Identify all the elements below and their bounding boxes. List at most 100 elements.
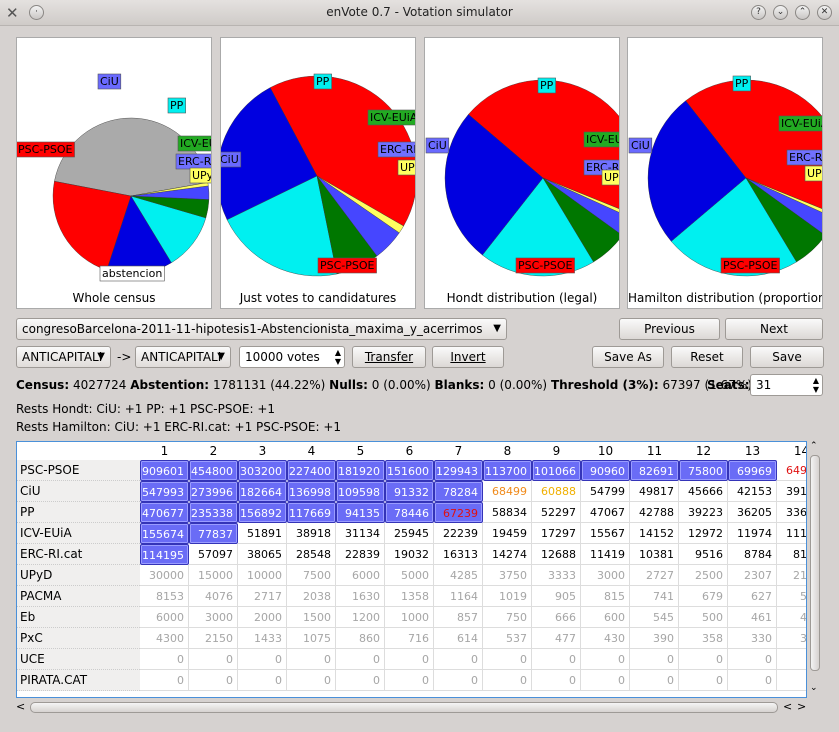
transfer-button[interactable]: Transfer (352, 346, 426, 368)
table-cell[interactable]: 0 (336, 649, 385, 670)
table-cell[interactable]: 78446 (385, 502, 434, 523)
table-cell[interactable]: 0 (483, 649, 532, 670)
table-cell[interactable]: 2717 (238, 586, 287, 607)
scroll-thumb-h[interactable] (30, 702, 778, 713)
table-cell[interactable]: 42788 (630, 502, 679, 523)
table-cell[interactable]: 3750 (483, 565, 532, 586)
table-cell[interactable]: 0 (728, 649, 777, 670)
table-cell[interactable]: 860 (336, 628, 385, 649)
table-cell[interactable]: 330 (728, 628, 777, 649)
table-cell[interactable]: 0 (385, 670, 434, 691)
seats-spinbox[interactable]: 31 ▲ ▼ (750, 374, 823, 396)
table-cell[interactable]: 2150 (189, 628, 238, 649)
table-cell[interactable]: 0 (189, 670, 238, 691)
table-cell[interactable]: 58834 (483, 502, 532, 523)
table-cell[interactable]: 2727 (630, 565, 679, 586)
table-cell[interactable]: 155674 (140, 523, 189, 544)
table-cell[interactable]: 0 (140, 670, 189, 691)
table-cell[interactable]: 6000 (140, 607, 189, 628)
table-cell[interactable]: 68499 (483, 481, 532, 502)
table-cell[interactable]: 78284 (434, 481, 483, 502)
table-cell[interactable]: 54799 (581, 481, 630, 502)
save-button[interactable]: Save (750, 346, 824, 368)
save-as-button[interactable]: Save As (592, 346, 664, 368)
reset-button[interactable]: Reset (671, 346, 743, 368)
table-cell[interactable]: 500 (679, 607, 728, 628)
table-cell[interactable]: 905 (532, 586, 581, 607)
table-cell[interactable]: 0 (238, 670, 287, 691)
table-cell[interactable]: 5000 (385, 565, 434, 586)
table-cell[interactable]: 182664 (238, 481, 287, 502)
table-cell[interactable]: 1358 (385, 586, 434, 607)
spin-arrows-icon[interactable]: ▲ ▼ (335, 348, 341, 366)
table-cell[interactable]: 815 (581, 586, 630, 607)
table-cell[interactable]: 273996 (189, 481, 238, 502)
table-cell[interactable]: 307 (777, 628, 806, 649)
table-cell[interactable]: 909601 (140, 460, 189, 481)
table-cell[interactable]: 0 (532, 649, 581, 670)
table-cell[interactable]: 90960 (581, 460, 630, 481)
scroll-up-icon[interactable]: ⌃ (810, 441, 818, 451)
scroll-thumb[interactable] (810, 455, 820, 671)
table-cell[interactable]: 136998 (287, 481, 336, 502)
table-cell[interactable]: 25945 (385, 523, 434, 544)
table-cell[interactable]: 2000 (238, 607, 287, 628)
table-cell[interactable]: 1500 (287, 607, 336, 628)
table-cell[interactable]: 39223 (679, 502, 728, 523)
quotients-table[interactable]: 1234567891011121314 PSC-PSOECiUPPICV-EUi… (16, 441, 807, 698)
table-cell[interactable]: 60888 (532, 481, 581, 502)
table-cell[interactable]: 2500 (679, 565, 728, 586)
table-cell[interactable]: 8156 (777, 544, 806, 565)
table-cell[interactable]: 2307 (728, 565, 777, 586)
table-cell[interactable]: 11119 (777, 523, 806, 544)
table-cell[interactable]: 0 (336, 670, 385, 691)
table-cell[interactable]: 67239 (434, 502, 483, 523)
scroll-right-icon[interactable]: < (783, 700, 792, 713)
table-cell[interactable]: 47067 (581, 502, 630, 523)
table-cell[interactable]: 38065 (238, 544, 287, 565)
table-cell[interactable]: 14274 (483, 544, 532, 565)
table-cell[interactable]: 545 (630, 607, 679, 628)
table-cell[interactable]: 19032 (385, 544, 434, 565)
table-cell[interactable]: 151600 (385, 460, 434, 481)
table-cell[interactable]: 0 (385, 649, 434, 670)
next-button[interactable]: Next (725, 318, 823, 340)
table-cell[interactable]: 4285 (434, 565, 483, 586)
table-cell[interactable]: 477 (532, 628, 581, 649)
table-cell[interactable]: 454800 (189, 460, 238, 481)
table-cell[interactable]: 51891 (238, 523, 287, 544)
table-cell[interactable]: 4300 (140, 628, 189, 649)
scroll-left-icon[interactable]: < (16, 700, 25, 713)
table-cell[interactable]: 741 (630, 586, 679, 607)
table-cell[interactable]: 0 (140, 649, 189, 670)
table-cell[interactable]: 82691 (630, 460, 679, 481)
table-cell[interactable]: 1075 (287, 628, 336, 649)
table-cell[interactable]: 117669 (287, 502, 336, 523)
table-cell[interactable]: 235338 (189, 502, 238, 523)
table-cell[interactable]: 181920 (336, 460, 385, 481)
table-cell[interactable]: 8153 (140, 586, 189, 607)
table-cell[interactable]: 303200 (238, 460, 287, 481)
table-cell[interactable]: 75800 (679, 460, 728, 481)
table-cell[interactable]: 7500 (287, 565, 336, 586)
table-cell[interactable]: 0 (238, 649, 287, 670)
table-cell[interactable]: 94135 (336, 502, 385, 523)
table-cell[interactable]: 0 (630, 670, 679, 691)
table-cell[interactable]: 1000 (385, 607, 434, 628)
transfer-from-select[interactable]: ANTICAPITALI ▼ (16, 346, 111, 368)
table-cell[interactable]: 3000 (581, 565, 630, 586)
table-cell[interactable]: 19459 (483, 523, 532, 544)
table-cell[interactable]: 91332 (385, 481, 434, 502)
table-cell[interactable]: 45666 (679, 481, 728, 502)
scroll-down-icon[interactable]: ⌄ (810, 683, 818, 693)
maximize-button[interactable]: ⌃ (795, 5, 810, 20)
table-cell[interactable]: 1433 (238, 628, 287, 649)
table-cell[interactable]: 49817 (630, 481, 679, 502)
table-cell[interactable]: 4076 (189, 586, 238, 607)
table-cell[interactable]: 0 (728, 670, 777, 691)
table-cell[interactable]: 11419 (581, 544, 630, 565)
table-cell[interactable]: 750 (483, 607, 532, 628)
table-cell[interactable]: 3000 (189, 607, 238, 628)
scenario-select[interactable]: congresoBarcelona-2011-11-hipotesis1-Abs… (16, 318, 507, 340)
table-cell[interactable]: 0 (679, 670, 728, 691)
